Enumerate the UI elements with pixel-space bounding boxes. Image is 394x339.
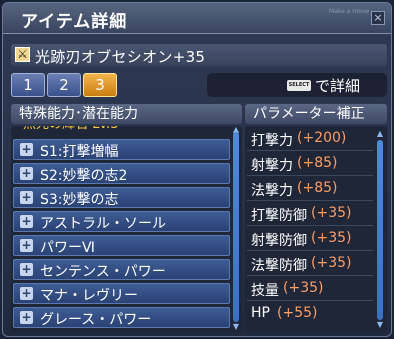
param-label: 法撃防御 xyxy=(251,258,307,274)
parameters-list: 打撃力 (+200) 射撃力 (+85) 法撃力 (+85) 打撃防御 (+35… xyxy=(245,126,387,332)
detail-label: で詳細 xyxy=(315,77,361,95)
scroll-down-icon[interactable]: ▼ xyxy=(375,321,385,329)
list-item-partial: 照光の輝石 Lv.3 xyxy=(11,126,229,134)
plus-icon: + xyxy=(20,286,33,300)
ability-label: S1:打撃増幅 xyxy=(40,144,119,160)
param-row: 射撃防御 (+35) xyxy=(247,228,373,251)
param-value: (+35) xyxy=(311,255,352,271)
item-detail-window: アイテム詳細 Make a move × ⚔ 光跡刃オブセシオン+35 1 2 … xyxy=(2,2,392,337)
param-row: 射撃力 (+85) xyxy=(247,153,373,176)
param-value: (+200) xyxy=(297,130,347,146)
list-item[interactable]: + S3:妙撃の志 xyxy=(13,187,230,208)
param-label: 技量 xyxy=(251,283,279,299)
param-label: 打撃防御 xyxy=(251,208,307,224)
param-label: 射撃防御 xyxy=(251,233,307,249)
item-name: 光跡刃オブセシオン+35 xyxy=(35,48,206,66)
plus-icon: + xyxy=(20,166,33,180)
param-value: (+85) xyxy=(297,180,338,196)
param-row: HP (+55) xyxy=(247,303,373,325)
param-value: (+35) xyxy=(283,280,324,296)
param-value: (+35) xyxy=(311,205,352,221)
param-value: (+35) xyxy=(311,230,352,246)
param-label: 打撃力 xyxy=(251,133,293,149)
title-bar: アイテム詳細 Make a move × xyxy=(3,3,391,34)
list-item[interactable]: + パワーⅥ xyxy=(13,235,230,256)
ability-label: S3:妙撃の志 xyxy=(40,192,119,208)
ability-label: アストラル・ソール xyxy=(40,216,166,232)
list-item[interactable]: + グレース・パワー xyxy=(13,307,230,328)
param-value: (+55) xyxy=(277,305,318,321)
select-button-icon: SELECT xyxy=(287,80,311,91)
plus-icon: + xyxy=(20,142,33,156)
param-label: HP xyxy=(251,305,270,321)
ability-label: グレース・パワー xyxy=(40,312,152,328)
scroll-down-icon[interactable]: ▼ xyxy=(231,323,241,331)
list-item[interactable]: + S1:打撃増幅 xyxy=(13,139,230,160)
plus-icon: + xyxy=(20,214,33,228)
sword-icon: ⚔ xyxy=(15,47,30,62)
abilities-list: 照光の輝石 Lv.3 + S1:打撃増幅 + S2:妙撃の志2 + S3:妙撃の… xyxy=(11,126,242,332)
param-row: 法撃力 (+85) xyxy=(247,178,373,201)
plus-icon: + xyxy=(20,262,33,276)
ability-label: マナ・レヴリー xyxy=(40,288,138,304)
tab-1[interactable]: 1 xyxy=(11,73,45,97)
param-row: 打撃防御 (+35) xyxy=(247,203,373,226)
ability-label: パワーⅥ xyxy=(40,240,95,256)
scroll-up-icon[interactable]: ▲ xyxy=(375,130,385,138)
list-item[interactable]: + センテンス・パワー xyxy=(13,259,230,280)
ability-label: S2:妙撃の志2 xyxy=(40,168,128,184)
plus-icon: + xyxy=(20,190,33,204)
window-subtitle: Make a move xyxy=(329,8,370,15)
tab-3[interactable]: 3 xyxy=(83,73,117,97)
parameters-header: パラメーター補正 xyxy=(245,104,387,124)
parameters-scrollbar[interactable] xyxy=(377,140,383,320)
window-title: アイテム詳細 xyxy=(21,12,128,32)
plus-icon: + xyxy=(20,310,33,324)
plus-icon: + xyxy=(20,238,33,252)
list-item[interactable]: + S2:妙撃の志2 xyxy=(13,163,230,184)
param-value: (+85) xyxy=(297,155,338,171)
tab-2[interactable]: 2 xyxy=(47,73,81,97)
param-row: 技量 (+35) xyxy=(247,278,373,301)
param-label: 法撃力 xyxy=(251,183,293,199)
param-label: 射撃力 xyxy=(251,158,293,174)
item-header: ⚔ 光跡刃オブセシオン+35 xyxy=(11,44,387,66)
list-item[interactable]: + アストラル・ソール xyxy=(13,211,230,232)
list-item[interactable]: + マナ・レヴリー xyxy=(13,283,230,304)
param-row: 打撃力 (+200) xyxy=(247,128,373,151)
ability-label: センテンス・パワー xyxy=(40,264,166,280)
abilities-scrollbar[interactable] xyxy=(233,132,239,322)
close-button[interactable]: × xyxy=(371,11,385,25)
param-row: 法撃防御 (+35) xyxy=(247,253,373,276)
detail-button[interactable]: SELECT で詳細 xyxy=(207,73,387,97)
abilities-header: 特殊能力･潜在能力 xyxy=(11,104,242,124)
